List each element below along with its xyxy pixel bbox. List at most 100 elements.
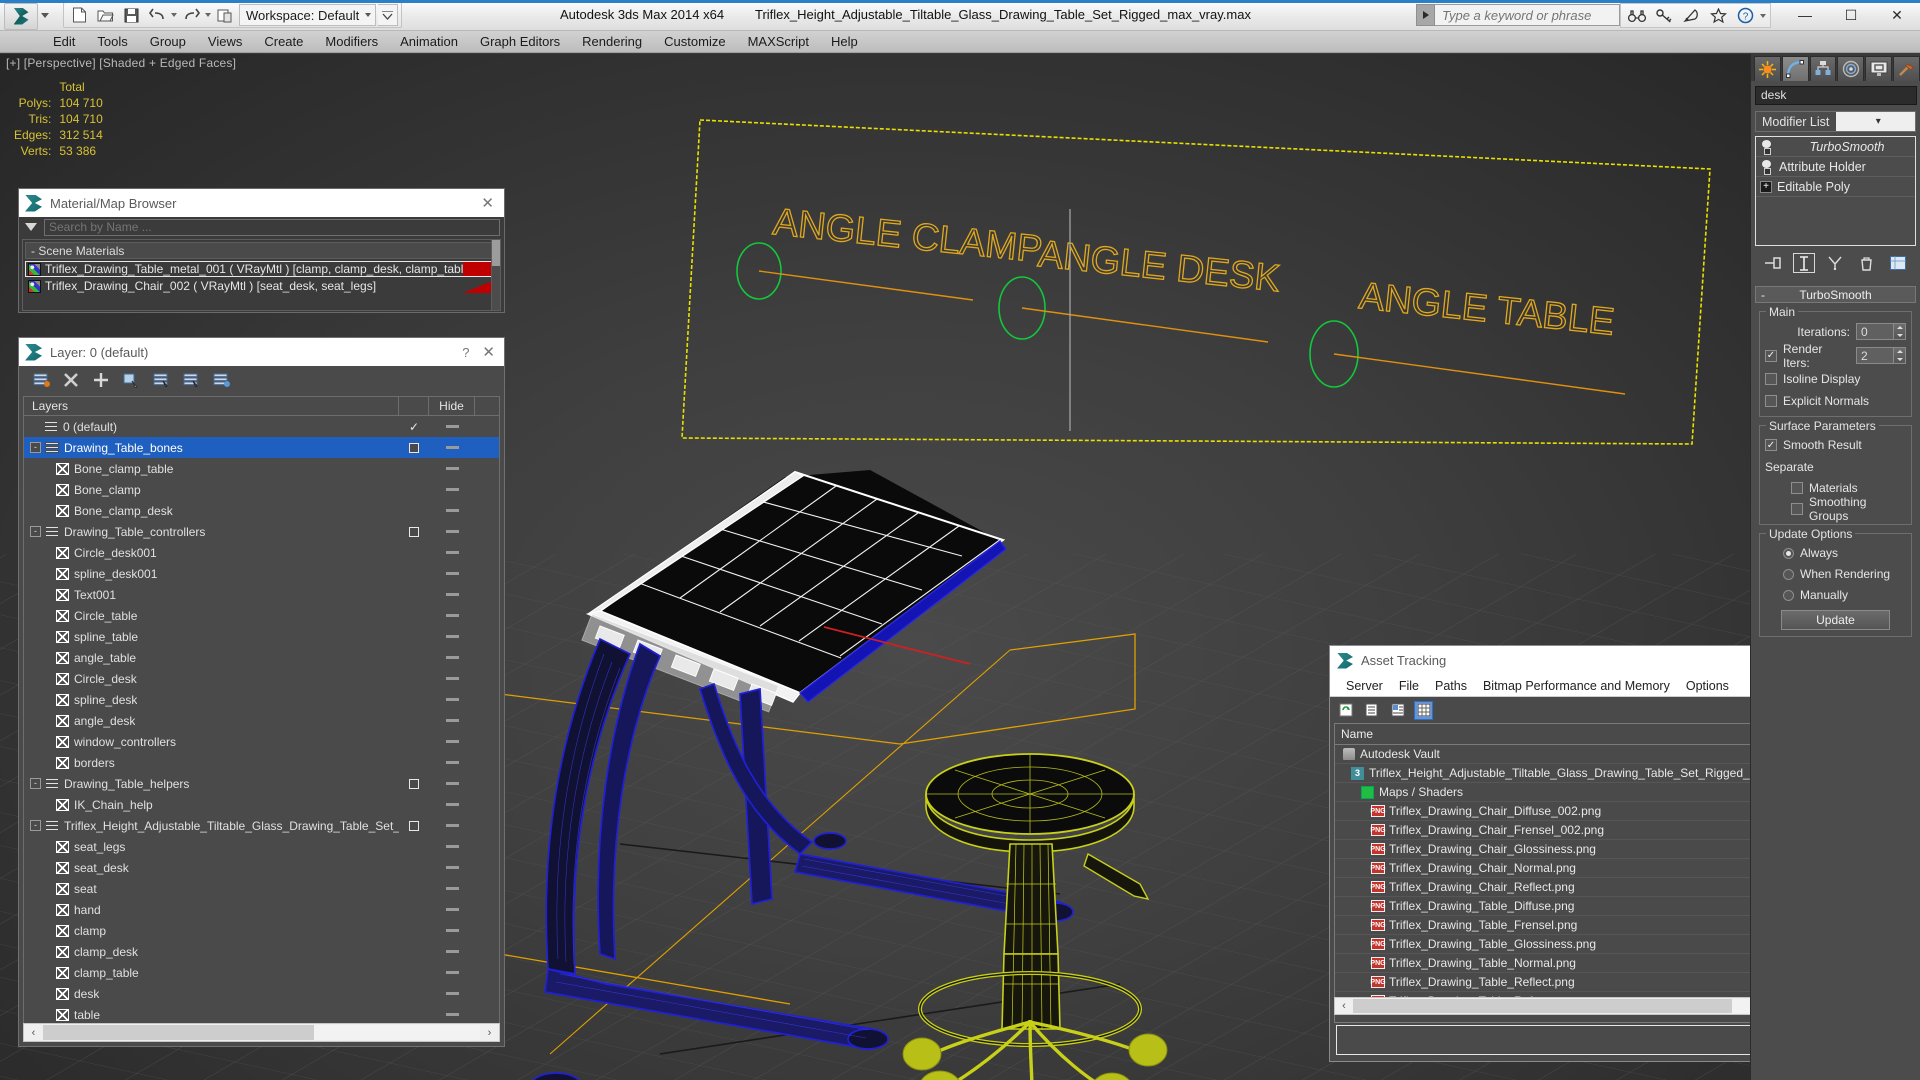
save-file-icon[interactable] [119, 4, 143, 26]
open-file-icon[interactable] [93, 4, 117, 26]
grid-view-icon[interactable] [1414, 700, 1433, 720]
layer-row[interactable]: spline_desk [24, 689, 499, 710]
layer-hide-toggle[interactable] [429, 719, 475, 722]
layer-row[interactable]: desk [24, 983, 499, 1004]
update-manually-radio[interactable] [1783, 589, 1794, 601]
rollout-collapse-icon[interactable]: - [1761, 288, 1765, 302]
delete-layer-icon[interactable] [61, 370, 81, 390]
menu-item-maxscript[interactable]: MAXScript [737, 31, 820, 53]
menu-item-modifiers[interactable]: Modifiers [314, 31, 389, 53]
material-search-input[interactable] [44, 218, 500, 236]
layer-row[interactable]: clamp_desk [24, 941, 499, 962]
path-view-icon[interactable] [1388, 701, 1407, 720]
layer-row[interactable]: Bone_clamp_desk [24, 500, 499, 521]
modifier-enable-icon[interactable] [1760, 140, 1773, 155]
asset-menu-file[interactable]: File [1391, 679, 1427, 693]
layer-hide-toggle[interactable] [429, 446, 475, 449]
scroll-right-icon[interactable]: › [480, 1027, 499, 1039]
layer-hide-toggle[interactable] [429, 509, 475, 512]
render-iters-checkbox[interactable]: ✓ [1765, 349, 1777, 362]
explicit-normals-row[interactable]: Explicit Normals [1765, 392, 1906, 410]
close-icon[interactable]: ✕ [481, 194, 498, 212]
layer-hide-toggle[interactable] [429, 1013, 475, 1016]
filter-dropdown-icon[interactable] [25, 223, 37, 231]
search-input[interactable] [1435, 4, 1620, 26]
chevron-down-icon[interactable]: ▾ [1835, 112, 1915, 131]
smoothing-groups-row[interactable]: Smoothing Groups [1765, 495, 1906, 523]
key-icon[interactable] [1652, 4, 1676, 27]
layer-hide-toggle[interactable] [429, 740, 475, 743]
layer-row[interactable]: spline_desk001 [24, 563, 499, 584]
iterations-spinner-buttons[interactable] [1894, 323, 1906, 340]
layer-hide-toggle[interactable] [429, 551, 475, 554]
display-tab[interactable] [1865, 56, 1893, 81]
refresh-icon[interactable] [1336, 701, 1355, 720]
layer-explorer-panel[interactable]: Layer: 0 (default) ? ✕ Layers Hide 0 (de… [18, 337, 505, 1047]
layer-row[interactable]: - Triflex_Height_Adjustable_Tiltable_Glas… [24, 815, 499, 836]
satellite-dish-icon[interactable] [1679, 4, 1703, 27]
smooth-result-checkbox[interactable]: ✓ [1765, 439, 1777, 451]
modifier-stack[interactable]: TurboSmooth Attribute Holder + Editable Pol… [1755, 136, 1916, 246]
layer-hide-toggle[interactable] [429, 635, 475, 638]
search-dropdown-icon[interactable] [1416, 4, 1435, 26]
command-panel[interactable]: Modifier List ▾ TurboSmooth Attribute Hol… [1750, 54, 1920, 1080]
layer-visibility-toggle[interactable] [399, 820, 429, 831]
layer-row[interactable]: IK_Chain_help [24, 794, 499, 815]
isoline-display-row[interactable]: Isoline Display [1765, 370, 1906, 388]
modifier-stack-item[interactable]: Attribute Holder [1756, 157, 1915, 177]
turbosmooth-rollout[interactable]: - TurboSmooth Main Iterations: ✓ Render … [1755, 286, 1916, 637]
modifier-list-dropdown[interactable]: Modifier List ▾ [1755, 111, 1916, 132]
redo-icon[interactable] [179, 4, 203, 26]
asset-menu-paths[interactable]: Paths [1427, 679, 1475, 693]
close-icon[interactable]: ✕ [482, 343, 498, 361]
workspace-dropdown-button[interactable] [378, 4, 399, 26]
layer-row[interactable]: spline_table [24, 626, 499, 647]
render-iters-spinner-buttons[interactable] [1894, 347, 1906, 364]
layer-hide-toggle[interactable] [429, 992, 475, 995]
undo-icon[interactable] [145, 4, 169, 26]
undo-dropdown-icon[interactable] [171, 13, 177, 17]
menu-item-tools[interactable]: Tools [86, 31, 138, 53]
layer-hide-toggle[interactable] [429, 908, 475, 911]
layer-row[interactable]: Bone_clamp_table [24, 458, 499, 479]
list-view-icon[interactable] [1362, 701, 1381, 720]
layer-hide-toggle[interactable] [429, 824, 475, 827]
layer-hide-toggle[interactable] [429, 572, 475, 575]
update-manually-row[interactable]: Manually [1765, 586, 1906, 604]
hierarchy-tab[interactable] [1809, 56, 1837, 81]
layer-hide-toggle[interactable] [429, 677, 475, 680]
layer-row[interactable]: - Drawing_Table_helpers [24, 773, 499, 794]
object-name-input[interactable] [1755, 85, 1917, 105]
help-icon[interactable]: ? [1733, 4, 1757, 27]
star-icon[interactable] [1706, 4, 1730, 27]
layer-hide-toggle[interactable] [429, 782, 475, 785]
isoline-display-checkbox[interactable] [1765, 373, 1777, 385]
update-button[interactable]: Update [1781, 610, 1890, 630]
layer-hide-toggle[interactable] [429, 845, 475, 848]
redo-dropdown-icon[interactable] [205, 13, 211, 17]
menu-item-animation[interactable]: Animation [389, 31, 469, 53]
layer-list[interactable]: Layers Hide 0 (default) ✓ - Drawing_Table_b… [23, 396, 500, 1036]
layer-visibility-toggle[interactable] [399, 778, 429, 789]
layer-visibility-toggle[interactable] [399, 526, 429, 537]
layer-visibility-toggle[interactable] [399, 442, 429, 453]
menu-item-customize[interactable]: Customize [653, 31, 736, 53]
layer-hide-toggle[interactable] [429, 467, 475, 470]
layer-row[interactable]: Circle_table [24, 605, 499, 626]
pin-stack-icon[interactable] [1762, 253, 1784, 273]
app-menu-chevron-icon[interactable] [41, 12, 49, 18]
menu-item-help[interactable]: Help [820, 31, 869, 53]
material-row[interactable]: Triflex_Drawing_Table_metal_001 ( VRayMt… [25, 261, 498, 277]
create-tab[interactable] [1754, 56, 1781, 81]
motion-tab[interactable] [1837, 56, 1865, 81]
select-highlighted-objects-icon[interactable] [151, 370, 171, 390]
layer-hide-toggle[interactable] [429, 425, 475, 428]
update-when-rendering-radio[interactable] [1783, 568, 1794, 580]
materials-checkbox[interactable] [1791, 482, 1803, 494]
layer-row[interactable]: clamp_table [24, 962, 499, 983]
material-map-browser[interactable]: Material/Map Browser ✕ - Scene Materials… [18, 188, 505, 313]
show-end-result-icon[interactable] [1793, 253, 1816, 273]
configure-modifier-sets-icon[interactable] [1887, 253, 1909, 273]
layer-hide-toggle[interactable] [429, 929, 475, 932]
iterations-stepper[interactable] [1856, 323, 1906, 340]
